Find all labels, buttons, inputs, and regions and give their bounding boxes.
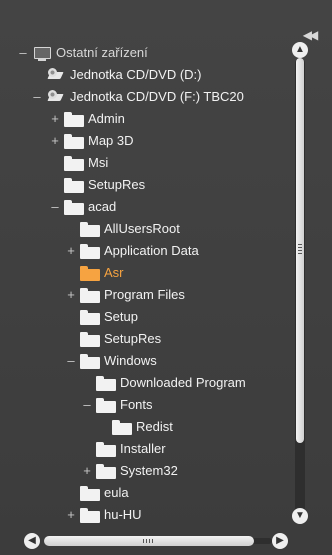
- tree-node-admin[interactable]: + Admin: [50, 108, 125, 130]
- folder-icon: [80, 507, 100, 523]
- grip-line: [152, 539, 153, 543]
- grip-line: [298, 253, 302, 254]
- tree-node-label: Ostatní zařízení: [56, 45, 148, 60]
- collapse-icon[interactable]: –: [32, 90, 42, 104]
- folder-icon: [80, 265, 100, 281]
- tree-node-setupres-acad[interactable]: SetupRes: [66, 328, 161, 350]
- collapse-icon[interactable]: –: [18, 46, 28, 60]
- folder-icon: [96, 463, 116, 479]
- tree-node-cd-drive-d[interactable]: Jednotka CD/DVD (D:): [32, 64, 201, 86]
- folder-icon: [80, 287, 100, 303]
- tree-node-ostatni-zarizeni[interactable]: – Ostatní zařízení: [18, 42, 148, 64]
- tree-node-label: eula: [104, 485, 129, 500]
- tree-node-label: SetupRes: [104, 331, 162, 346]
- expand-icon[interactable]: +: [66, 244, 76, 258]
- expand-icon[interactable]: +: [82, 464, 92, 478]
- tree-node-map-3d[interactable]: + Map 3D: [50, 130, 134, 152]
- vertical-scroll-track[interactable]: [295, 58, 305, 514]
- cd-drive-icon: [46, 67, 66, 83]
- tree-node-hu-hu[interactable]: + hu-HU: [66, 504, 142, 526]
- tree-node-label: SetupRes: [88, 177, 146, 192]
- collapse-icon[interactable]: –: [82, 398, 92, 412]
- folder-icon: [64, 133, 84, 149]
- tree-node-asr-selected[interactable]: Asr: [66, 262, 124, 284]
- folder-icon: [96, 441, 116, 457]
- tree-node-label: Admin: [88, 111, 125, 126]
- collapse-icon[interactable]: –: [66, 354, 76, 368]
- tree-node-redist[interactable]: Redist: [98, 416, 173, 438]
- tree-node-label: Jednotka CD/DVD (F:) TBC20: [70, 89, 244, 104]
- grip-line: [146, 539, 147, 543]
- expand-icon[interactable]: +: [66, 288, 76, 302]
- folder-icon: [80, 485, 100, 501]
- folder-icon: [64, 155, 84, 171]
- collapse-icon[interactable]: –: [50, 200, 60, 214]
- tree-node-label: Downloaded Program: [120, 375, 246, 390]
- tree-node-label: hu-HU: [104, 507, 142, 522]
- folder-icon: [64, 199, 84, 215]
- tree-node-downloaded-program[interactable]: Downloaded Program: [82, 372, 246, 394]
- tree-node-label: Program Files: [104, 287, 185, 302]
- tree-node-application-data[interactable]: + Application Data: [66, 240, 199, 262]
- folder-icon: [64, 177, 84, 193]
- tree-node-label: Msi: [88, 155, 109, 170]
- tree-node-label: AllUsersRoot: [104, 221, 180, 236]
- folder-icon: [80, 221, 100, 237]
- grip-line: [298, 247, 302, 248]
- folder-icon: [80, 243, 100, 259]
- cd-drive-icon: [46, 89, 66, 105]
- tree-node-system32[interactable]: + System32: [82, 460, 178, 482]
- folder-icon: [80, 353, 100, 369]
- tree-node-setup[interactable]: Setup: [66, 306, 138, 328]
- tree-node-label: Application Data: [104, 243, 199, 258]
- tree-node-label: Map 3D: [88, 133, 134, 148]
- horizontal-scroll-thumb[interactable]: [44, 536, 254, 546]
- computer-icon: [32, 46, 52, 61]
- vertical-scrollbar[interactable]: ▲ ▼: [290, 40, 310, 528]
- horizontal-scrollbar[interactable]: ◀ ▶: [24, 532, 290, 550]
- horizontal-scroll-track[interactable]: [44, 536, 272, 546]
- tree-node-msi[interactable]: Msi: [50, 152, 108, 174]
- folder-tree: – Ostatní zařízení Jednotka CD/DVD (D:) …: [0, 42, 290, 526]
- grip-line: [143, 539, 144, 543]
- tree-node-windows[interactable]: – Windows: [66, 350, 157, 372]
- tree-node-label: acad: [88, 199, 117, 214]
- vertical-scroll-thumb[interactable]: [296, 58, 304, 443]
- tree-node-setupres[interactable]: SetupRes: [50, 174, 145, 196]
- grip-line: [298, 244, 302, 245]
- expand-icon[interactable]: +: [66, 508, 76, 522]
- tree-node-allusersroot[interactable]: AllUsersRoot: [66, 218, 180, 240]
- tree-node-label: Jednotka CD/DVD (D:): [70, 67, 202, 82]
- tree-node-label: Asr: [104, 265, 124, 280]
- chevron-right-icon[interactable]: ▶: [272, 533, 288, 549]
- folder-icon: [96, 397, 116, 413]
- tree-node-program-files[interactable]: + Program Files: [66, 284, 185, 306]
- tree-node-label: Installer: [120, 441, 166, 456]
- tree-node-label: Windows: [104, 353, 157, 368]
- tree-node-fonts[interactable]: – Fonts: [82, 394, 153, 416]
- tree-node-cd-drive-f[interactable]: – Jednotka CD/DVD (F:) TBC20: [32, 86, 244, 108]
- tree-node-acad[interactable]: – acad: [50, 196, 116, 218]
- tree-node-installer[interactable]: Installer: [82, 438, 166, 460]
- folder-icon: [112, 419, 132, 435]
- chevron-down-icon[interactable]: ▼: [292, 508, 308, 524]
- grip-line: [149, 539, 150, 543]
- tree-node-eula[interactable]: eula: [66, 482, 129, 504]
- grip-line: [298, 250, 302, 251]
- chevron-left-icon[interactable]: ◀: [24, 533, 40, 549]
- tree-node-label: System32: [120, 463, 178, 478]
- tree-node-label: Fonts: [120, 397, 153, 412]
- chevron-up-icon[interactable]: ▲: [292, 42, 308, 58]
- folder-icon: [80, 331, 100, 347]
- navigation-panel: ◀◀ – Ostatní zařízení Jednotka CD/DVD (D…: [0, 0, 332, 555]
- folder-icon: [96, 375, 116, 391]
- tree-node-label: Redist: [136, 419, 173, 434]
- folder-icon: [64, 111, 84, 127]
- tree-node-label: Setup: [104, 309, 138, 324]
- expand-icon[interactable]: +: [50, 112, 60, 126]
- folder-icon: [80, 309, 100, 325]
- expand-icon[interactable]: +: [50, 134, 60, 148]
